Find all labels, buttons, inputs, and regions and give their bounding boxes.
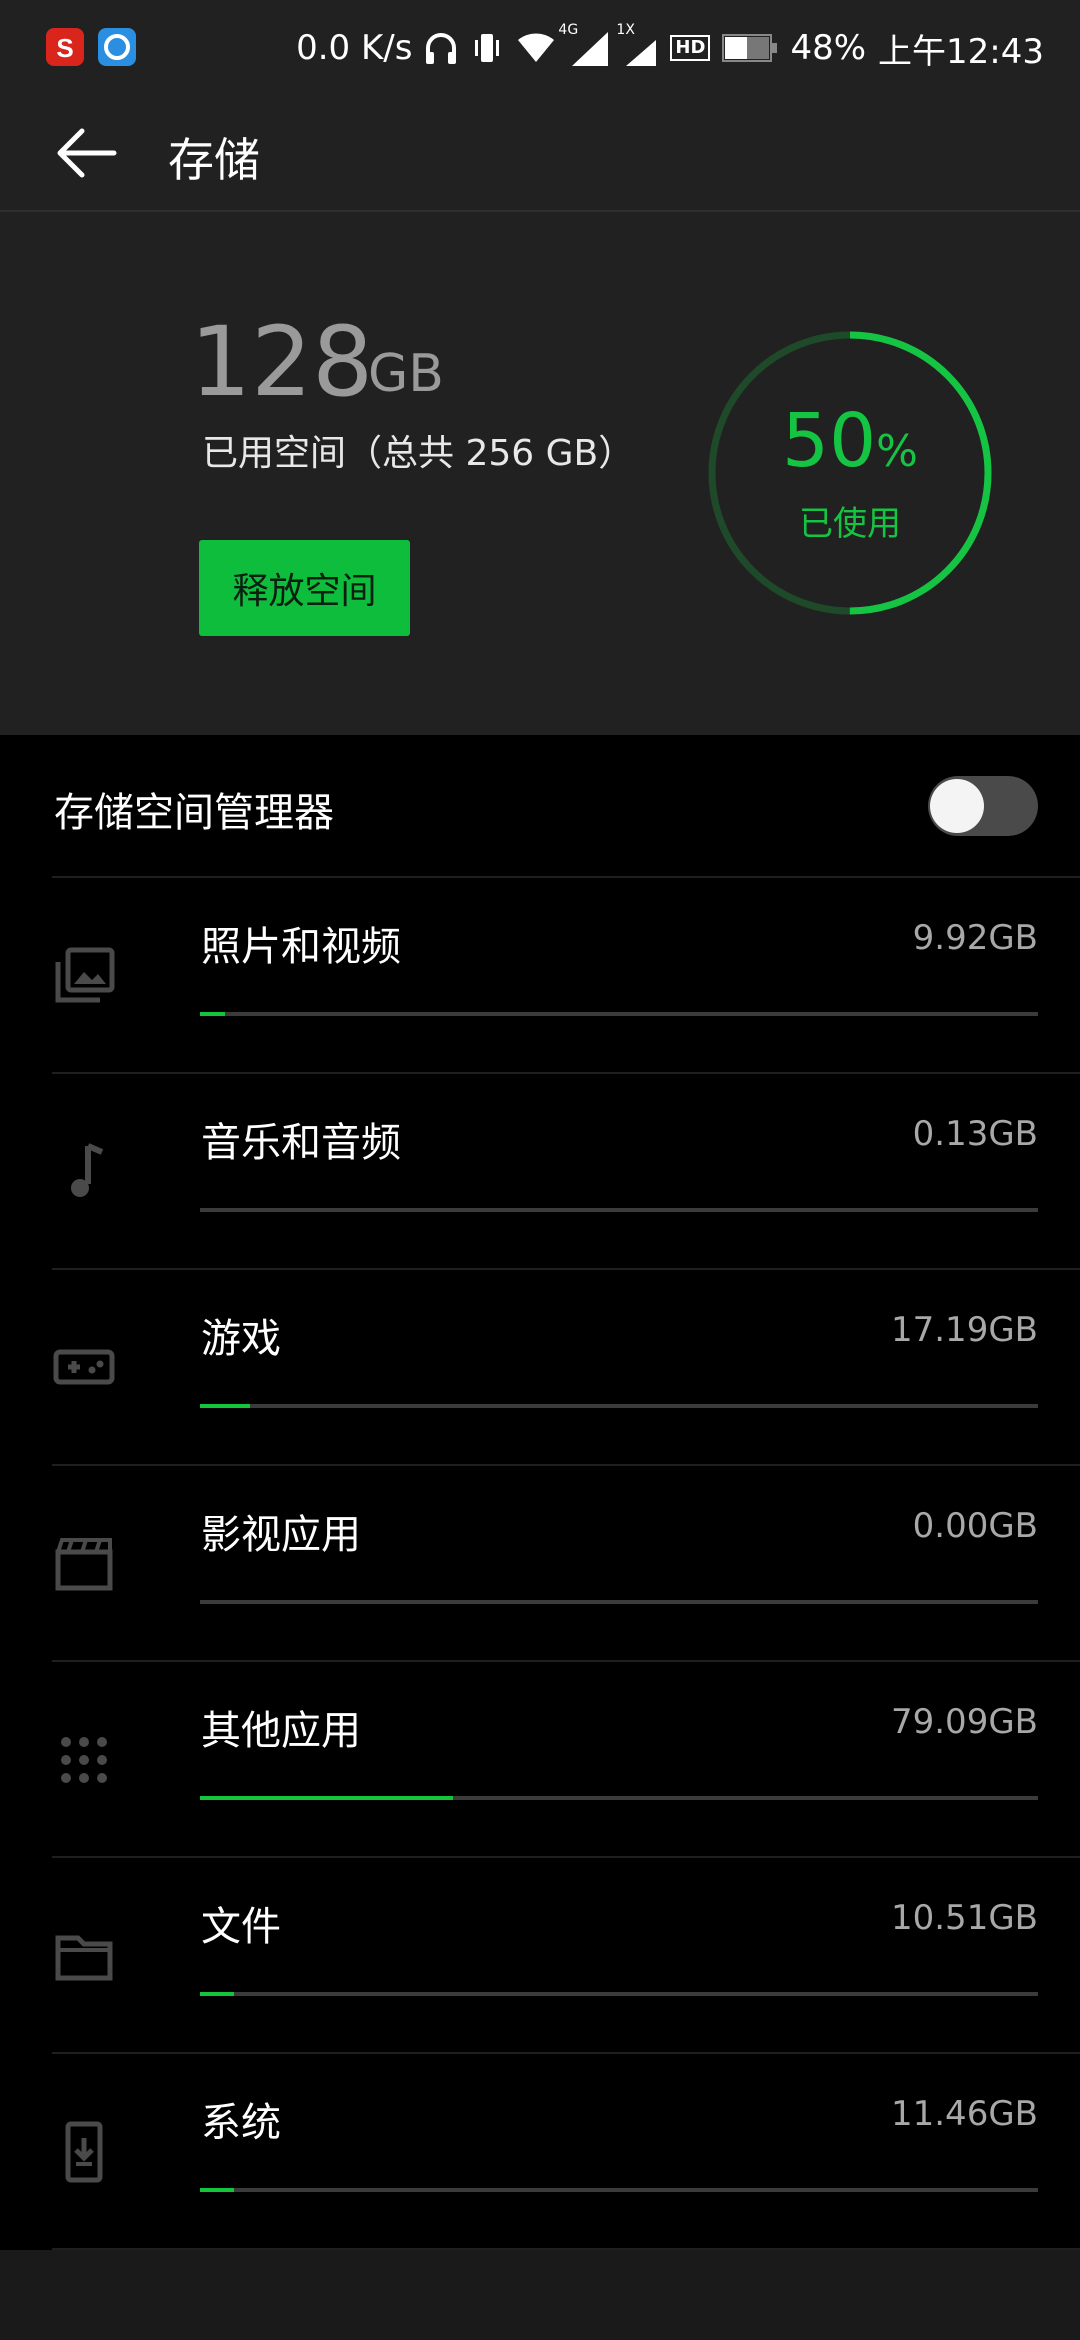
category-usage-bar bbox=[200, 1012, 1038, 1016]
toggle-knob bbox=[930, 779, 984, 833]
category-usage-fill bbox=[200, 1012, 226, 1016]
category-name: 音乐和音频 bbox=[201, 1120, 401, 1166]
usage-percent: 50% bbox=[705, 398, 995, 484]
category-size: 17.19GB bbox=[890, 1310, 1038, 1350]
used-unit: GB bbox=[368, 344, 444, 404]
system-update-icon bbox=[65, 2121, 103, 2183]
back-button[interactable] bbox=[52, 120, 122, 186]
photo-library-icon bbox=[55, 947, 115, 1003]
clock: 上午12:43 bbox=[878, 31, 1044, 72]
category-usage-bar bbox=[200, 1796, 1038, 1800]
usage-percent-value: 50 bbox=[782, 398, 877, 484]
gamepad-icon bbox=[53, 1349, 115, 1385]
status-bar: S 0.0 K/s 4G 1X HD 48% 上午12:43 bbox=[0, 0, 1080, 96]
storage-summary: 128 GB 已用空间（总共 256 GB） 释放空间 50% 已使用 bbox=[0, 212, 1080, 735]
divider bbox=[52, 1268, 1080, 1270]
storage-category-row[interactable]: 系统 11.46GB bbox=[0, 2052, 1080, 2248]
net-speed: 0.0 K/s bbox=[296, 28, 413, 68]
divider bbox=[52, 1464, 1080, 1466]
status-icons: 0.0 K/s 4G 1X HD 48% 上午12:43 bbox=[296, 22, 1044, 74]
category-name: 照片和视频 bbox=[201, 924, 401, 970]
category-usage-bar bbox=[200, 2188, 1038, 2192]
category-usage-fill bbox=[200, 1992, 234, 1996]
storage-category-row[interactable]: 影视应用 0.00GB bbox=[0, 1464, 1080, 1660]
app-bar: 存储 bbox=[0, 96, 1080, 210]
category-name: 其他应用 bbox=[201, 1708, 361, 1754]
arrow-left-icon bbox=[57, 128, 117, 178]
divider bbox=[52, 876, 1080, 878]
used-description: 已用空间（总共 256 GB） bbox=[202, 433, 635, 474]
category-usage-fill bbox=[200, 1796, 454, 1800]
music-note-icon bbox=[71, 1143, 104, 1197]
browser-app-icon bbox=[98, 28, 136, 66]
usage-label: 已使用 bbox=[799, 504, 901, 544]
signal-2-icon: 1X bbox=[616, 22, 658, 68]
svg-text:S: S bbox=[56, 33, 73, 63]
storage-manager-label: 存储空间管理器 bbox=[54, 790, 334, 836]
battery-icon bbox=[722, 34, 778, 62]
storage-category-row[interactable]: 其他应用 79.09GB bbox=[0, 1660, 1080, 1856]
movie-icon bbox=[55, 1538, 113, 1591]
category-size: 0.13GB bbox=[912, 1114, 1038, 1154]
category-size: 9.92GB bbox=[912, 918, 1038, 958]
category-size: 0.00GB bbox=[912, 1506, 1038, 1546]
category-size: 10.51GB bbox=[890, 1898, 1038, 1938]
sogou-app-icon: S bbox=[46, 28, 84, 66]
usage-percent-sign: % bbox=[876, 426, 918, 477]
category-name: 游戏 bbox=[201, 1316, 281, 1362]
category-name: 文件 bbox=[201, 1904, 281, 1950]
divider bbox=[52, 1072, 1080, 1074]
page-title: 存储 bbox=[168, 133, 260, 187]
divider bbox=[52, 1856, 1080, 1858]
category-usage-bar bbox=[200, 1208, 1038, 1212]
divider bbox=[52, 2052, 1080, 2054]
storage-category-row[interactable]: 音乐和音频 0.13GB bbox=[0, 1072, 1080, 1268]
category-name: 系统 bbox=[201, 2100, 281, 2146]
battery-percent: 48% bbox=[790, 28, 867, 68]
category-size: 11.46GB bbox=[890, 2094, 1038, 2134]
vibrate-icon bbox=[475, 34, 500, 62]
storage-category-row[interactable]: 照片和视频 9.92GB bbox=[0, 876, 1080, 1072]
apps-grid-icon bbox=[61, 1737, 107, 1783]
headphones-icon bbox=[426, 33, 457, 64]
divider bbox=[52, 1660, 1080, 1662]
wifi-icon bbox=[518, 33, 555, 62]
footer-area bbox=[0, 2250, 1080, 2340]
storage-category-row[interactable]: 游戏 17.19GB bbox=[0, 1268, 1080, 1464]
storage-category-row[interactable]: 文件 10.51GB bbox=[0, 1856, 1080, 2052]
storage-manager-toggle[interactable] bbox=[928, 776, 1038, 836]
free-up-space-button[interactable]: 释放空间 bbox=[199, 540, 410, 636]
category-size: 79.09GB bbox=[890, 1702, 1038, 1742]
category-usage-fill bbox=[200, 1404, 251, 1408]
category-usage-bar bbox=[200, 1992, 1038, 1996]
signal-icon: 4G bbox=[558, 22, 612, 68]
category-usage-fill bbox=[200, 2188, 234, 2192]
folder-icon bbox=[55, 1935, 113, 1981]
category-usage-bar bbox=[200, 1404, 1038, 1408]
category-usage-bar bbox=[200, 1600, 1038, 1604]
used-value: 128 bbox=[190, 306, 374, 418]
category-name: 影视应用 bbox=[201, 1512, 361, 1558]
storage-manager-row[interactable]: 存储空间管理器 bbox=[0, 736, 1080, 876]
hd-badge: HD bbox=[670, 35, 711, 61]
